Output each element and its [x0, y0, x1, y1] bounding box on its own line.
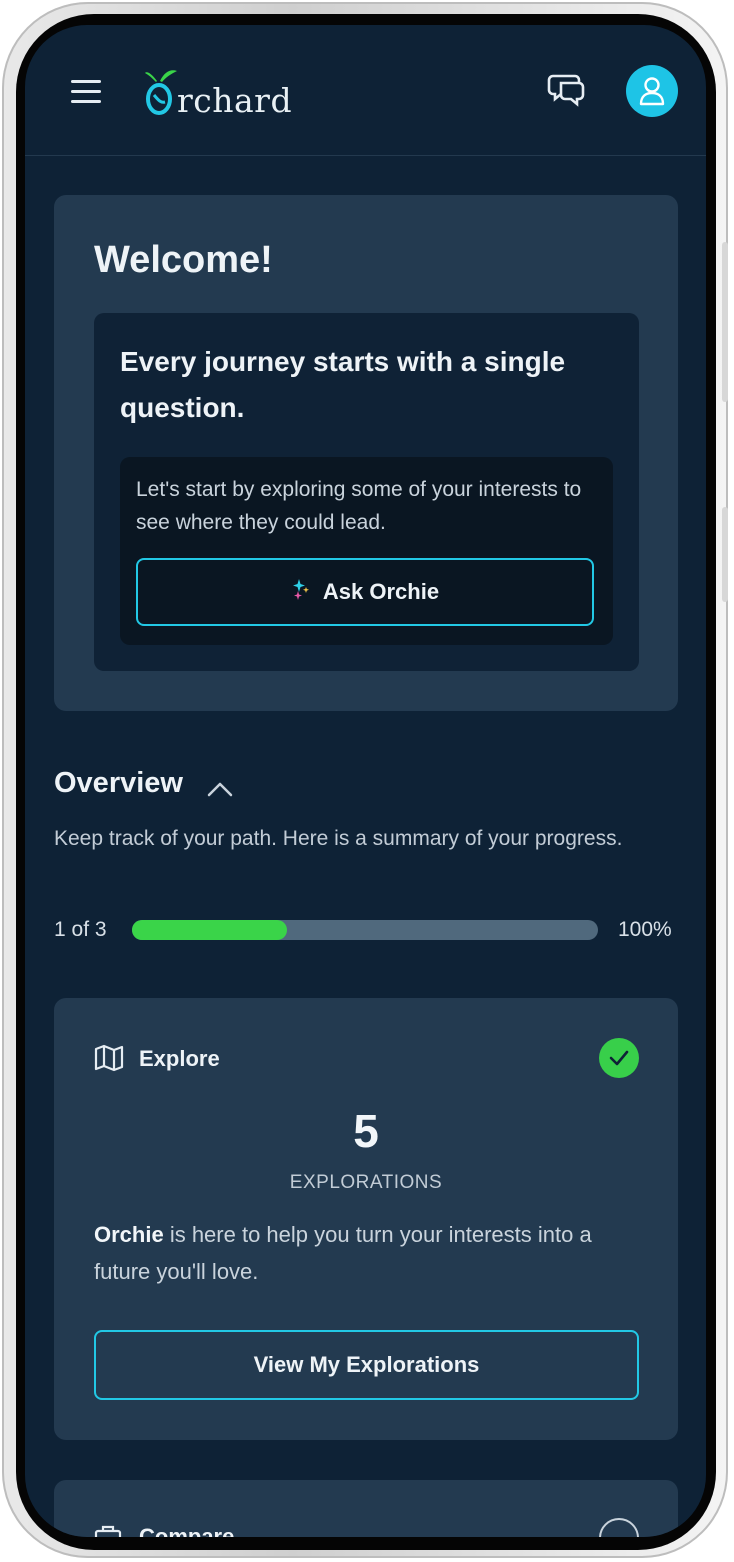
chevron-up-icon[interactable]: [207, 781, 233, 797]
user-avatar[interactable]: [626, 65, 678, 117]
compare-card: Compare: [54, 1480, 678, 1537]
app-screen: rchard Welcome! Every journey starts wit…: [25, 25, 706, 1537]
menu-icon[interactable]: [71, 80, 103, 104]
welcome-title: Welcome!: [94, 239, 273, 281]
prompt-text: Let's start by exploring some of your in…: [136, 478, 582, 534]
incomplete-status-icon: [599, 1518, 639, 1537]
prompt-box: Let's start by exploring some of your in…: [120, 457, 613, 645]
view-explorations-label: View My Explorations: [253, 1352, 480, 1377]
ask-orchie-label: Ask Orchie: [322, 579, 440, 604]
top-header: rchard: [25, 25, 706, 156]
progress-percent: 100%: [618, 918, 672, 941]
check-icon: [599, 1038, 639, 1078]
map-icon: [94, 1044, 124, 1072]
orchard-logo[interactable]: rchard: [143, 65, 292, 125]
explore-card: Explore 5 EXPLORATIONS Orchie is here to…: [54, 998, 678, 1440]
progress-fill: [132, 920, 288, 940]
explore-title: Explore: [139, 1046, 220, 1071]
explore-description-rest: is here to help you turn your interests …: [94, 1222, 592, 1284]
volume-button: [722, 242, 728, 402]
explore-description: Orchie is here to help you turn your int…: [94, 1216, 642, 1290]
sparkle-icon: [291, 577, 311, 607]
power-button: [722, 507, 728, 602]
user-icon: [639, 77, 665, 106]
logo-text: rchard: [177, 81, 293, 120]
welcome-card: Welcome! Every journey starts with a sin…: [54, 195, 678, 711]
briefcase-icon: [94, 1525, 122, 1537]
ask-orchie-button[interactable]: Ask Orchie: [136, 558, 594, 626]
overview-title: Overview: [54, 767, 183, 799]
chat-icon[interactable]: [547, 71, 587, 107]
compare-title: Compare: [139, 1524, 235, 1537]
explorations-count: 5: [353, 1105, 379, 1157]
journey-card: Every journey starts with a single quest…: [94, 313, 639, 671]
orchie-name: Orchie: [94, 1222, 164, 1247]
progress-bar: [132, 920, 598, 940]
progress-label: 1 of 3: [54, 918, 107, 941]
journey-heading: Every journey starts with a single quest…: [120, 346, 566, 423]
explorations-label: EXPLORATIONS: [289, 1172, 443, 1193]
overview-description: Keep track of your path. Here is a summa…: [54, 827, 623, 850]
view-explorations-button[interactable]: View My Explorations: [94, 1330, 639, 1400]
